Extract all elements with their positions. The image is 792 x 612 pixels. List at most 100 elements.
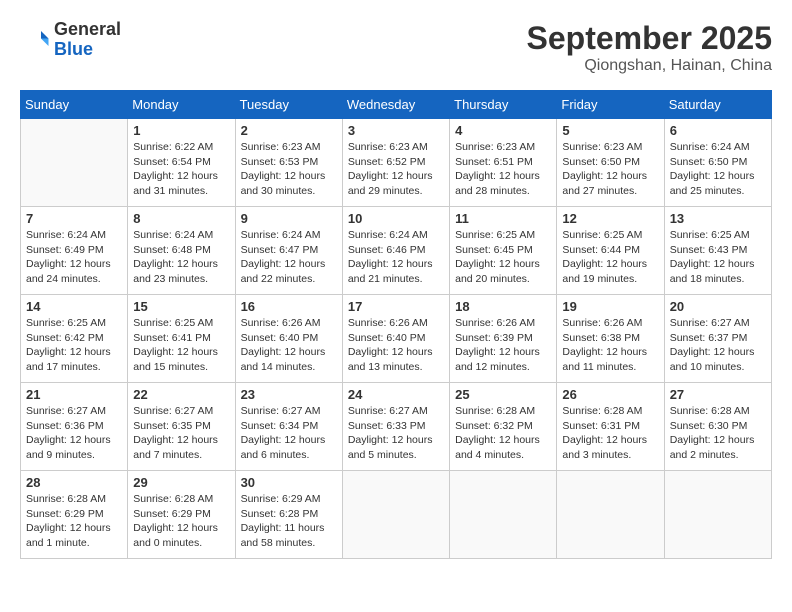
weekday-header-saturday: Saturday (664, 91, 771, 119)
weekday-header-sunday: Sunday (21, 91, 128, 119)
day-info: Sunrise: 6:27 AM Sunset: 6:36 PM Dayligh… (26, 404, 122, 463)
day-number: 22 (133, 387, 229, 402)
calendar-cell: 11Sunrise: 6:25 AM Sunset: 6:45 PM Dayli… (450, 207, 557, 295)
week-row-3: 14 Sunrise: 6:25 AM Sunset: 6:42 PM Dayli… (21, 295, 772, 383)
day-number: 9 (241, 211, 337, 226)
logo-icon (20, 25, 50, 55)
weekday-header-thursday: Thursday (450, 91, 557, 119)
week-row-5: 28Sunrise: 6:28 AM Sunset: 6:29 PM Dayli… (21, 471, 772, 559)
day-info: Sunrise: 6:27 AM Sunset: 6:35 PM Dayligh… (133, 404, 229, 463)
calendar-cell: 18 Sunrise: 6:26 AM Sunset: 6:39 PM Dayli… (450, 295, 557, 383)
day-info: Sunrise: 6:28 AM Sunset: 6:30 PM Dayligh… (670, 404, 766, 463)
calendar-cell: 19 Sunrise: 6:26 AM Sunset: 6:38 PM Dayli… (557, 295, 664, 383)
calendar-cell: 5Sunrise: 6:23 AM Sunset: 6:50 PM Daylig… (557, 119, 664, 207)
calendar-cell: 3 Sunrise: 6:23 AM Sunset: 6:52 PM Daylig… (342, 119, 449, 207)
calendar-cell: 8 Sunrise: 6:24 AM Sunset: 6:48 PM Daylig… (128, 207, 235, 295)
day-info: Sunrise: 6:27 AM Sunset: 6:33 PM Dayligh… (348, 404, 444, 463)
weekday-header-wednesday: Wednesday (342, 91, 449, 119)
day-info: Sunrise: 6:23 AM Sunset: 6:52 PM Dayligh… (348, 140, 444, 199)
location: Qiongshan, Hainan, China (527, 57, 772, 75)
calendar-cell: 15Sunrise: 6:25 AM Sunset: 6:41 PM Dayli… (128, 295, 235, 383)
week-row-2: 7 Sunrise: 6:24 AM Sunset: 6:49 PM Daylig… (21, 207, 772, 295)
day-number: 24 (348, 387, 444, 402)
calendar-cell: 29Sunrise: 6:28 AM Sunset: 6:29 PM Dayli… (128, 471, 235, 559)
page-header: General Blue September 2025 Qiongshan, H… (20, 20, 772, 75)
day-info: Sunrise: 6:25 AM Sunset: 6:45 PM Dayligh… (455, 228, 551, 287)
day-info: Sunrise: 6:27 AM Sunset: 6:37 PM Dayligh… (670, 316, 766, 375)
day-info: Sunrise: 6:22 AM Sunset: 6:54 PM Dayligh… (133, 140, 229, 199)
day-number: 19 (562, 299, 658, 314)
day-number: 25 (455, 387, 551, 402)
day-info: Sunrise: 6:24 AM Sunset: 6:46 PM Dayligh… (348, 228, 444, 287)
day-info: Sunrise: 6:26 AM Sunset: 6:38 PM Dayligh… (562, 316, 658, 375)
logo: General Blue (20, 20, 121, 60)
day-number: 16 (241, 299, 337, 314)
calendar-cell (450, 471, 557, 559)
day-number: 10 (348, 211, 444, 226)
day-number: 3 (348, 123, 444, 138)
calendar-cell (557, 471, 664, 559)
day-number: 1 (133, 123, 229, 138)
day-info: Sunrise: 6:24 AM Sunset: 6:47 PM Dayligh… (241, 228, 337, 287)
day-info: Sunrise: 6:25 AM Sunset: 6:41 PM Dayligh… (133, 316, 229, 375)
day-info: Sunrise: 6:24 AM Sunset: 6:48 PM Dayligh… (133, 228, 229, 287)
day-info: Sunrise: 6:28 AM Sunset: 6:31 PM Dayligh… (562, 404, 658, 463)
calendar-cell (21, 119, 128, 207)
week-row-4: 21 Sunrise: 6:27 AM Sunset: 6:36 PM Dayli… (21, 383, 772, 471)
calendar-cell: 27 Sunrise: 6:28 AM Sunset: 6:30 PM Dayli… (664, 383, 771, 471)
day-number: 17 (348, 299, 444, 314)
day-info: Sunrise: 6:24 AM Sunset: 6:50 PM Dayligh… (670, 140, 766, 199)
calendar-cell: 23 Sunrise: 6:27 AM Sunset: 6:34 PM Dayli… (235, 383, 342, 471)
calendar-cell (664, 471, 771, 559)
day-number: 28 (26, 475, 122, 490)
calendar-cell (342, 471, 449, 559)
day-number: 21 (26, 387, 122, 402)
calendar-cell: 2 Sunrise: 6:23 AM Sunset: 6:53 PM Daylig… (235, 119, 342, 207)
month-title: September 2025 (527, 20, 772, 57)
logo-general: General (54, 20, 121, 40)
day-info: Sunrise: 6:25 AM Sunset: 6:42 PM Dayligh… (26, 316, 122, 375)
weekday-header-friday: Friday (557, 91, 664, 119)
day-number: 8 (133, 211, 229, 226)
calendar-cell: 25 Sunrise: 6:28 AM Sunset: 6:32 PM Dayli… (450, 383, 557, 471)
day-number: 4 (455, 123, 551, 138)
calendar-cell: 13Sunrise: 6:25 AM Sunset: 6:43 PM Dayli… (664, 207, 771, 295)
calendar-cell: 20 Sunrise: 6:27 AM Sunset: 6:37 PM Dayli… (664, 295, 771, 383)
calendar-cell: 14 Sunrise: 6:25 AM Sunset: 6:42 PM Dayli… (21, 295, 128, 383)
day-info: Sunrise: 6:29 AM Sunset: 6:28 PM Dayligh… (241, 492, 337, 551)
week-row-1: 1 Sunrise: 6:22 AM Sunset: 6:54 PM Daylig… (21, 119, 772, 207)
day-number: 27 (670, 387, 766, 402)
logo-blue: Blue (54, 40, 121, 60)
calendar-cell: 24 Sunrise: 6:27 AM Sunset: 6:33 PM Dayli… (342, 383, 449, 471)
calendar-cell: 26Sunrise: 6:28 AM Sunset: 6:31 PM Dayli… (557, 383, 664, 471)
calendar-table: SundayMondayTuesdayWednesdayThursdayFrid… (20, 90, 772, 559)
weekday-header-monday: Monday (128, 91, 235, 119)
day-info: Sunrise: 6:24 AM Sunset: 6:49 PM Dayligh… (26, 228, 122, 287)
calendar-cell: 4 Sunrise: 6:23 AM Sunset: 6:51 PM Daylig… (450, 119, 557, 207)
day-number: 14 (26, 299, 122, 314)
day-info: Sunrise: 6:23 AM Sunset: 6:50 PM Dayligh… (562, 140, 658, 199)
day-number: 23 (241, 387, 337, 402)
title-block: September 2025 Qiongshan, Hainan, China (527, 20, 772, 75)
day-number: 7 (26, 211, 122, 226)
day-number: 2 (241, 123, 337, 138)
calendar-cell: 30Sunrise: 6:29 AM Sunset: 6:28 PM Dayli… (235, 471, 342, 559)
day-info: Sunrise: 6:26 AM Sunset: 6:39 PM Dayligh… (455, 316, 551, 375)
day-number: 12 (562, 211, 658, 226)
day-info: Sunrise: 6:28 AM Sunset: 6:32 PM Dayligh… (455, 404, 551, 463)
day-number: 6 (670, 123, 766, 138)
day-info: Sunrise: 6:23 AM Sunset: 6:51 PM Dayligh… (455, 140, 551, 199)
day-number: 18 (455, 299, 551, 314)
day-number: 29 (133, 475, 229, 490)
calendar-cell: 12Sunrise: 6:25 AM Sunset: 6:44 PM Dayli… (557, 207, 664, 295)
calendar-cell: 9 Sunrise: 6:24 AM Sunset: 6:47 PM Daylig… (235, 207, 342, 295)
calendar-cell: 17Sunrise: 6:26 AM Sunset: 6:40 PM Dayli… (342, 295, 449, 383)
weekday-header-row: SundayMondayTuesdayWednesdayThursdayFrid… (21, 91, 772, 119)
day-info: Sunrise: 6:23 AM Sunset: 6:53 PM Dayligh… (241, 140, 337, 199)
day-number: 20 (670, 299, 766, 314)
logo-text: General Blue (54, 20, 121, 60)
calendar-cell: 28Sunrise: 6:28 AM Sunset: 6:29 PM Dayli… (21, 471, 128, 559)
calendar-cell: 16Sunrise: 6:26 AM Sunset: 6:40 PM Dayli… (235, 295, 342, 383)
calendar-cell: 22 Sunrise: 6:27 AM Sunset: 6:35 PM Dayli… (128, 383, 235, 471)
day-info: Sunrise: 6:27 AM Sunset: 6:34 PM Dayligh… (241, 404, 337, 463)
